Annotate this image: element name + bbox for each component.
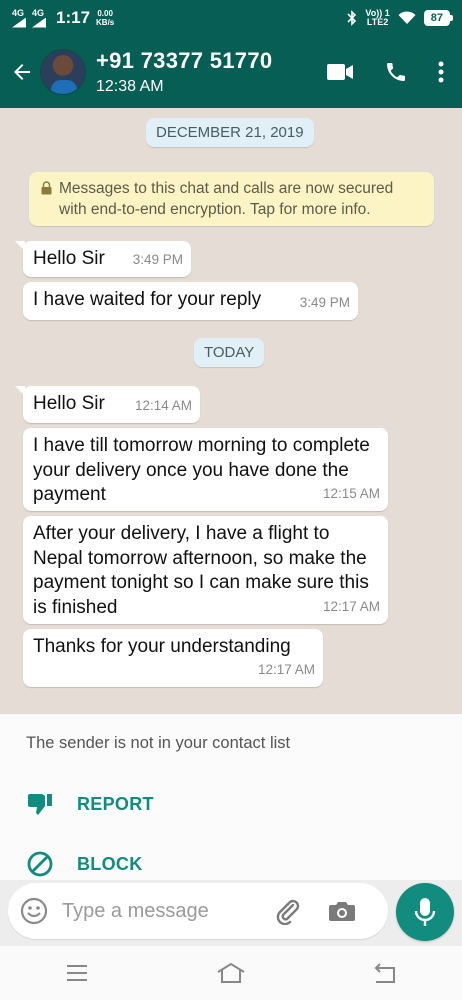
recents-button[interactable]: [47, 953, 107, 993]
emoji-icon[interactable]: [20, 897, 48, 925]
encryption-text: Messages to this chat and calls are now …: [59, 180, 394, 218]
signal-icon: [32, 17, 46, 28]
contact-name: +91 73377 51770: [96, 48, 273, 73]
message-time: 12:17 AM: [322, 598, 380, 614]
unknown-sender-sheet: The sender is not in your contact list R…: [0, 714, 462, 880]
message-time: 12:17 AM: [257, 661, 315, 677]
bluetooth-icon: [347, 10, 357, 26]
message-bubble[interactable]: I have waited for your reply 3:49 PM: [23, 282, 358, 320]
lte-label: LTE2: [366, 17, 389, 27]
avatar[interactable]: [40, 49, 86, 95]
message-input[interactable]: [62, 899, 262, 923]
network-label: 4G: [12, 7, 25, 18]
thumbs-down-icon: [28, 794, 52, 815]
chat-header: +91 73377 51770 12:38 AM: [0, 36, 462, 108]
menu-icon: [67, 965, 87, 981]
mic-icon: [414, 898, 436, 926]
home-button[interactable]: [201, 953, 261, 993]
mic-button[interactable]: [396, 883, 454, 941]
battery-indicator: 87: [423, 10, 454, 26]
report-button[interactable]: REPORT: [26, 790, 154, 818]
more-vert-icon[interactable]: [438, 61, 444, 83]
message-bubble[interactable]: Thanks for your understanding 12:17 AM: [23, 629, 323, 687]
speed-value: 0.00: [97, 9, 113, 18]
back-nav-icon: [374, 963, 395, 983]
contact-info[interactable]: +91 73377 51770 12:38 AM: [96, 48, 272, 96]
back-button[interactable]: [4, 36, 40, 108]
message-text: Thanks for your understanding: [33, 636, 291, 657]
message-bubble[interactable]: Hello Sir 3:49 PM: [15, 241, 191, 277]
message-time: 12:15 AM: [322, 485, 380, 501]
home-icon: [217, 962, 245, 983]
network-indicator-1: 4G: [12, 7, 26, 28]
block-label: BLOCK: [77, 853, 143, 874]
message-time: 12:14 AM: [134, 397, 192, 413]
back-nav-button[interactable]: [355, 953, 415, 993]
lock-icon: [41, 181, 52, 195]
report-label: REPORT: [77, 793, 154, 814]
encryption-notice[interactable]: Messages to this chat and calls are now …: [29, 172, 434, 226]
clock: 1:17: [56, 8, 91, 27]
block-icon: [27, 851, 53, 877]
composer: [8, 883, 388, 939]
attach-icon[interactable]: [274, 897, 302, 925]
chat-area[interactable]: DECEMBER 21, 2019 Messages to this chat …: [0, 108, 462, 714]
phone-icon[interactable]: [384, 60, 408, 84]
volte-indicator: Vo)) 1 LTE2: [365, 9, 389, 27]
video-call-icon[interactable]: [326, 62, 354, 82]
message-bubble[interactable]: I have till tomorrow morning to complete…: [23, 428, 388, 511]
date-chip: DECEMBER 21, 2019: [146, 118, 314, 147]
system-nav-bar: [0, 946, 462, 1000]
camera-icon[interactable]: [328, 899, 356, 923]
message-bubble[interactable]: After your delivery, I have a flight to …: [23, 516, 388, 624]
contact-last-seen: 12:38 AM: [96, 78, 164, 95]
message-time: 3:49 PM: [132, 251, 183, 267]
composer-bar: [0, 880, 462, 946]
network-indicator-2: 4G: [32, 7, 46, 28]
message-time: 3:49 PM: [299, 294, 350, 310]
network-label: 4G: [32, 7, 45, 18]
status-bar: 4G 4G 1:17 0.00 KB/s Vo)) 1 LTE2 87: [0, 0, 462, 36]
speed-unit: KB/s: [96, 18, 115, 27]
message-bubble[interactable]: Hello Sir 12:14 AM: [15, 386, 200, 423]
back-arrow-icon: [14, 64, 30, 80]
date-chip: TODAY: [194, 338, 265, 367]
unknown-sender-note: The sender is not in your contact list: [26, 734, 291, 752]
block-button[interactable]: BLOCK: [26, 850, 143, 878]
network-speed: 0.00 KB/s: [96, 9, 114, 27]
signal-icon: [12, 17, 26, 28]
wifi-icon: [398, 11, 416, 24]
